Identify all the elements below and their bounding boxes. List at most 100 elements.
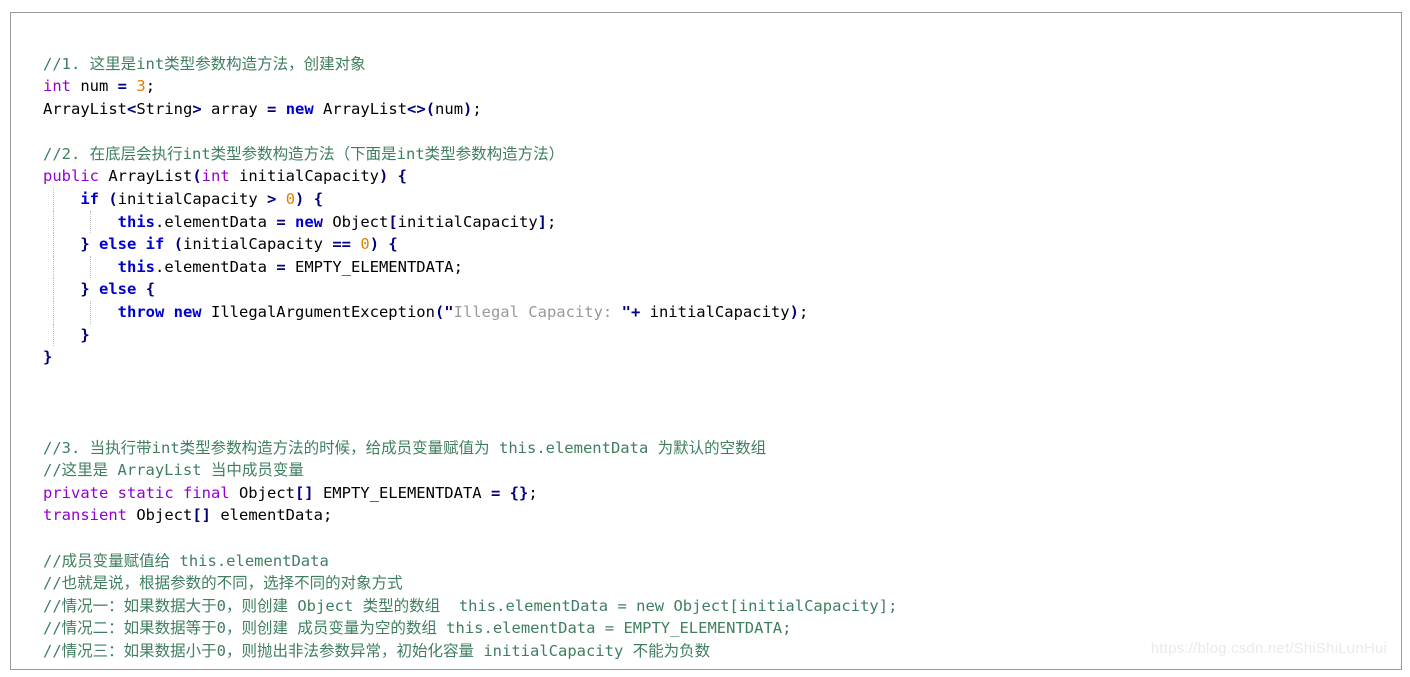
code-token: public xyxy=(43,167,99,186)
code-token: ] xyxy=(537,212,547,231)
code-line: //1. 这里是int类型参数构造方法，创建对象 xyxy=(43,53,897,76)
indent-guide xyxy=(53,323,54,347)
indent-guide xyxy=(90,210,91,234)
code-token: Object xyxy=(323,212,389,231)
code-token: = xyxy=(117,77,128,96)
code-token: new xyxy=(285,99,314,118)
code-token: ArrayList xyxy=(313,99,408,118)
code-token: elementData; xyxy=(211,506,333,525)
code-token: EMPTY_ELEMENTDATA; xyxy=(285,257,463,276)
code-token: <>( xyxy=(407,99,436,118)
code-token: new xyxy=(295,212,323,231)
code-token: initialCapacity xyxy=(183,235,333,254)
indent-guide xyxy=(90,301,91,324)
code-token: array xyxy=(201,99,268,118)
code-token: Object xyxy=(229,483,295,502)
code-token: int xyxy=(43,77,71,96)
code-token: //3. 当执行带int类型参数构造方法的时候，给成员变量赋值为 this.el… xyxy=(43,438,767,457)
code-token: throw new xyxy=(117,303,202,322)
code-token: ) xyxy=(789,303,799,322)
code-line: } xyxy=(43,323,897,347)
indent-guide xyxy=(53,255,54,279)
code-token: if xyxy=(80,190,99,209)
code-line: } else { xyxy=(43,278,897,302)
code-token: this xyxy=(117,212,155,231)
code-line: //这里是 ArrayList 当中成员变量 xyxy=(43,459,897,482)
code-token: String xyxy=(136,99,193,118)
code-token: Object xyxy=(127,506,193,525)
code-line: int num = 3; xyxy=(43,75,897,98)
code-token: = xyxy=(276,212,286,231)
code-token: IllegalArgumentException xyxy=(201,303,435,322)
code-token: ( xyxy=(192,167,202,186)
code-token: ; xyxy=(528,483,538,502)
code-token: ; xyxy=(472,99,482,118)
code-line: transient Object[] elementData; xyxy=(43,504,897,527)
code-token: } xyxy=(43,348,53,367)
code-line: } xyxy=(43,346,897,369)
code-block[interactable]: //1. 这里是int类型参数构造方法，创建对象 int num = 3; Arra… xyxy=(43,53,897,663)
code-token: = xyxy=(276,257,286,276)
code-token: "+ xyxy=(621,303,641,322)
code-token: initialCapacity xyxy=(397,212,538,231)
code-line: public ArrayList(int initialCapacity) { xyxy=(43,165,897,188)
code-token: ( xyxy=(108,190,118,209)
code-token: {} xyxy=(509,483,529,502)
code-token: //情况一：如果数据大于0，则创建 Object 类型的数组 this.elem… xyxy=(43,596,898,615)
code-token: [] xyxy=(192,506,211,525)
code-token: initialCapacity xyxy=(640,303,790,322)
code-token: //情况三：如果数据小于0，则抛出非法参数异常，初始化容量 initialCap… xyxy=(43,641,711,660)
code-token: num xyxy=(71,77,118,96)
code-line: } else if (initialCapacity == 0) { xyxy=(43,233,897,256)
indent-guide xyxy=(53,188,54,211)
code-token: } xyxy=(80,235,90,254)
code-token: initialCapacity xyxy=(117,190,267,209)
code-token: //成员变量赋值给 this.elementData xyxy=(43,551,329,570)
code-token: else xyxy=(99,280,137,299)
watermark-text: https://blog.csdn.net/ShiShiLunHui xyxy=(1150,640,1387,657)
code-line: //成员变量赋值给 this.elementData xyxy=(43,550,897,573)
code-token: ; xyxy=(547,212,557,231)
code-token: //也就是说，根据参数的不同，选择不同的对象方式 xyxy=(43,574,403,593)
indent-guide xyxy=(53,233,54,256)
code-line: //情况一：如果数据大于0，则创建 Object 类型的数组 this.elem… xyxy=(43,595,897,618)
code-line: if (initialCapacity > 0) { xyxy=(43,188,897,211)
code-token: ) { xyxy=(295,190,324,209)
code-token: > xyxy=(267,190,277,209)
code-token: EMPTY_ELEMENTDATA xyxy=(313,483,491,502)
code-token: < xyxy=(127,99,137,118)
code-token: 0 xyxy=(285,190,296,209)
code-token: .elementData xyxy=(154,212,277,231)
code-token: //情况二：如果数据等于0，则创建 成员变量为空的数组 this.element… xyxy=(43,619,792,638)
code-token: ArrayList xyxy=(99,167,193,186)
code-token: [ xyxy=(388,212,398,231)
code-line: //也就是说，根据参数的不同，选择不同的对象方式 xyxy=(43,572,897,595)
code-token: //这里是 ArrayList 当中成员变量 xyxy=(43,461,304,480)
code-line: this.elementData = new Object[initialCap… xyxy=(43,210,897,234)
indent-guide xyxy=(53,210,54,234)
code-snippet-frame: //1. 这里是int类型参数构造方法，创建对象 int num = 3; Arra… xyxy=(10,12,1402,670)
code-token: this xyxy=(117,257,155,276)
indent-guide xyxy=(53,278,54,302)
code-token: } xyxy=(80,280,90,299)
code-token: transient xyxy=(43,506,127,525)
code-token: //2. 在底层会执行int类型参数构造方法（下面是int类型参数构造方法） xyxy=(43,144,565,163)
code-token: int xyxy=(201,167,230,186)
